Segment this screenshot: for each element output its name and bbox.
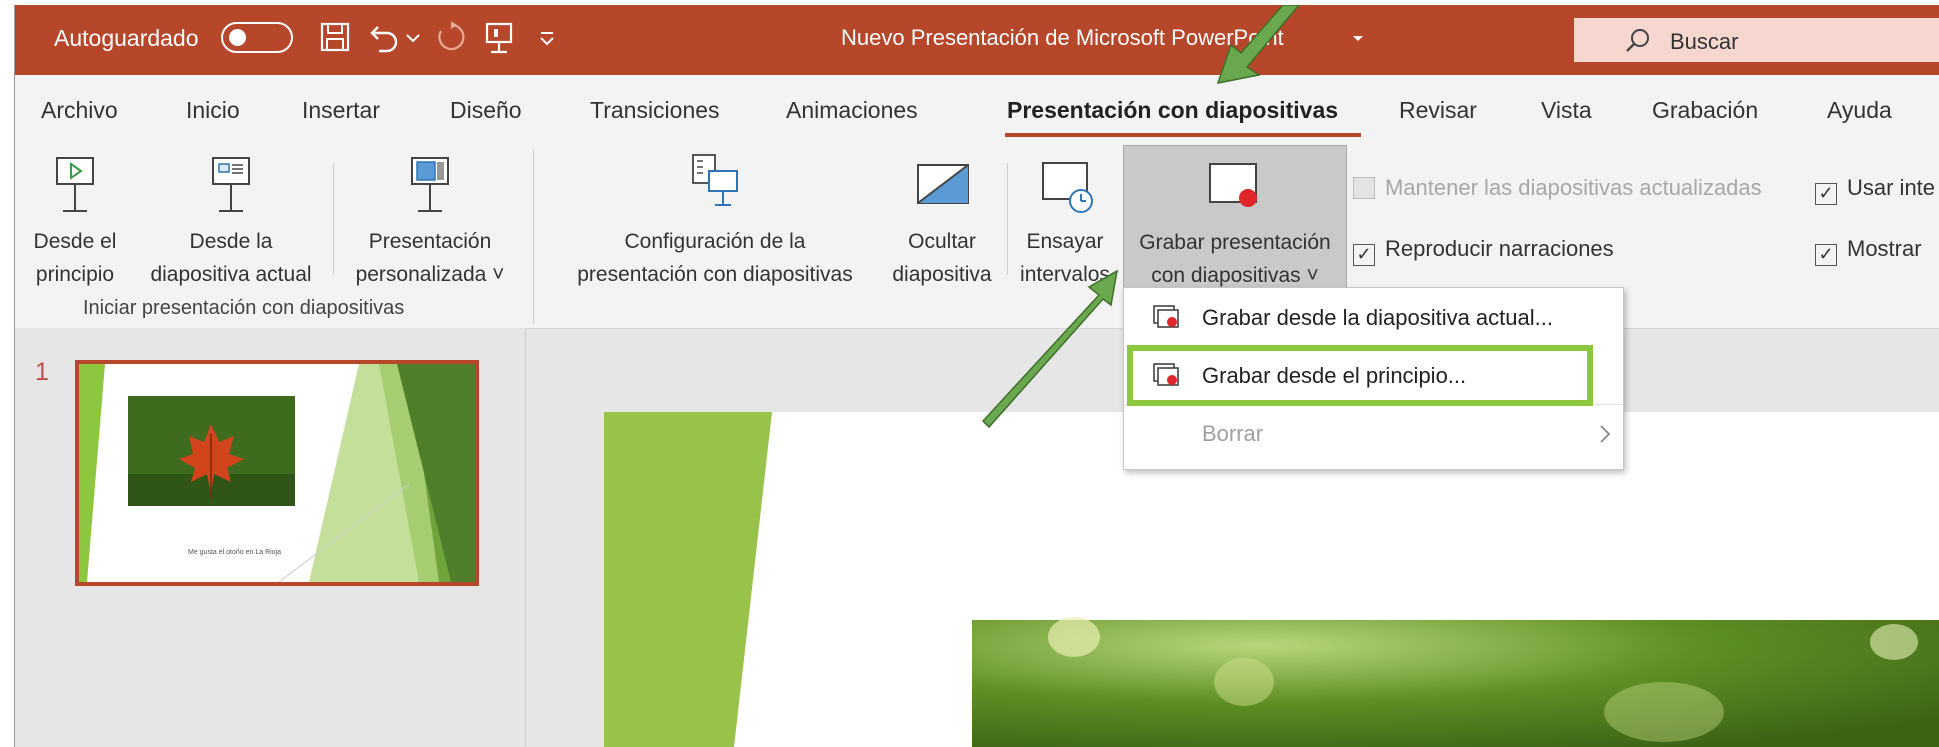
annotation-arrows <box>981 5 1300 429</box>
arrow-to-tab-icon <box>1216 5 1300 84</box>
powerpoint-window: Autoguardado Nuevo Presentación de Micro… <box>14 5 1939 747</box>
arrow-to-record-button-icon <box>981 269 1119 429</box>
